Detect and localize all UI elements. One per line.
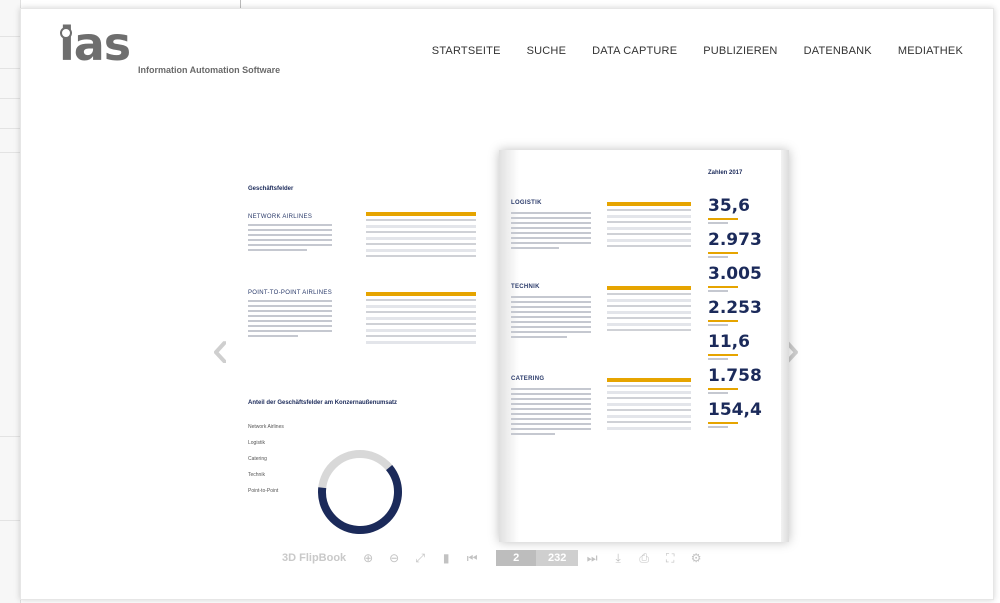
donut-label: Catering [248, 456, 267, 462]
key-figure-value: 3.005 [708, 264, 762, 284]
table-catering [607, 378, 691, 433]
section-catering: CATERING [511, 376, 545, 382]
nav-publizieren[interactable]: PUBLIZIEREN [703, 45, 777, 57]
key-figure-value: 2.973 [708, 230, 762, 250]
donut-label: Network Airlines [248, 424, 284, 430]
fullscreen-icon[interactable]: ⛶ [662, 550, 678, 566]
nav-data-capture[interactable]: DATA CAPTURE [592, 45, 677, 57]
key-figures-title: Zahlen 2017 [708, 170, 743, 176]
divider [240, 0, 241, 8]
text-block [248, 224, 332, 254]
section-logistik: LOGISTIK [511, 200, 542, 206]
nav-startseite[interactable]: STARTSEITE [432, 45, 501, 57]
section-point-to-point: POINT-TO-POINT AIRLINES [248, 290, 333, 296]
total-pages: 232 [536, 550, 579, 566]
nav-suche[interactable]: SUCHE [527, 45, 567, 57]
section-network-airlines: NETWORK AIRLINES [248, 214, 313, 220]
nav-mediathek[interactable]: MEDIATHEK [898, 45, 963, 57]
page-indicator[interactable]: 2 232 [496, 550, 579, 566]
table-technik [607, 286, 691, 335]
text-block [511, 296, 591, 341]
key-figure: 2.973 [708, 230, 778, 258]
key-figure: 2.253 [708, 298, 778, 326]
page-spine-shadow [499, 150, 519, 542]
settings-gear-icon[interactable]: ⚙ [688, 550, 704, 566]
donut-label: Point-to-Point [248, 488, 279, 494]
text-block [248, 300, 332, 340]
donut-label: Logistik [248, 440, 265, 446]
donut-chart-title: Anteil der Geschäftsfelder am Konzernauß… [248, 400, 398, 406]
key-figures: 35,6 2.973 3.005 2.253 11,6 1.758 154,4 [708, 196, 778, 434]
text-block [511, 388, 591, 438]
key-figure: 3.005 [708, 264, 778, 292]
download-icon[interactable]: ⤓ [610, 550, 626, 566]
key-figure-value: 11,6 [708, 332, 750, 352]
key-figure-value: 1.758 [708, 366, 762, 386]
key-figure: 154,4 [708, 400, 778, 428]
donut-chart-labels: Network Airlines Logistik Catering Techn… [248, 424, 284, 504]
browser-edge [0, 0, 21, 603]
logo-dot [60, 27, 72, 39]
flipbook-toolbar: 3D FlipBook ⊕ ⊖ ⤢ ▮ ⏮ 2 232 ⏭ ⤓ ⎙ ⛶ ⚙ [282, 549, 732, 567]
flipbook-brand: 3D FlipBook [282, 552, 347, 564]
donut-chart [318, 450, 402, 534]
left-page[interactable]: Geschäftsfelder NETWORK AIRLINES POINT-T… [226, 162, 496, 534]
zoom-out-icon[interactable]: ⊖ [386, 550, 402, 566]
key-figure-value: 154,4 [708, 400, 762, 420]
first-page-icon[interactable]: ⏮ [464, 550, 480, 566]
key-figure-value: 35,6 [708, 196, 750, 216]
zoom-in-icon[interactable]: ⊕ [360, 550, 376, 566]
flipbook[interactable]: Geschäftsfelder NETWORK AIRLINES POINT-T… [226, 150, 789, 542]
main-nav: STARTSEITE SUCHE DATA CAPTURE PUBLIZIERE… [432, 45, 963, 57]
page-edge [781, 150, 789, 542]
donut-segment-network [318, 450, 402, 534]
left-page-title: Geschäftsfelder [248, 186, 294, 192]
table-network [366, 212, 476, 261]
right-page[interactable]: LOGISTIK TECHNIK CATERING Zahlen 2017 35… [499, 150, 789, 542]
table-point-to-point [366, 292, 476, 347]
table-logistik [607, 202, 691, 251]
key-figure: 1.758 [708, 366, 778, 394]
key-figure: 35,6 [708, 196, 778, 224]
text-block [511, 212, 591, 252]
bookmark-icon[interactable]: ▮ [438, 550, 454, 566]
nav-datenbank[interactable]: DATENBANK [804, 45, 872, 57]
donut-label: Technik [248, 472, 265, 478]
key-figure-value: 2.253 [708, 298, 762, 318]
current-page[interactable]: 2 [496, 550, 537, 566]
logo-tagline: Information Automation Software [138, 65, 281, 75]
last-page-icon[interactable]: ⏭ [584, 550, 600, 566]
print-icon[interactable]: ⎙ [636, 550, 652, 566]
key-figure: 11,6 [708, 332, 778, 360]
ias-logo[interactable]: ias Information Automation Software [59, 21, 319, 79]
section-technik: TECHNIK [511, 284, 540, 290]
fit-icon[interactable]: ⤢ [412, 550, 428, 566]
